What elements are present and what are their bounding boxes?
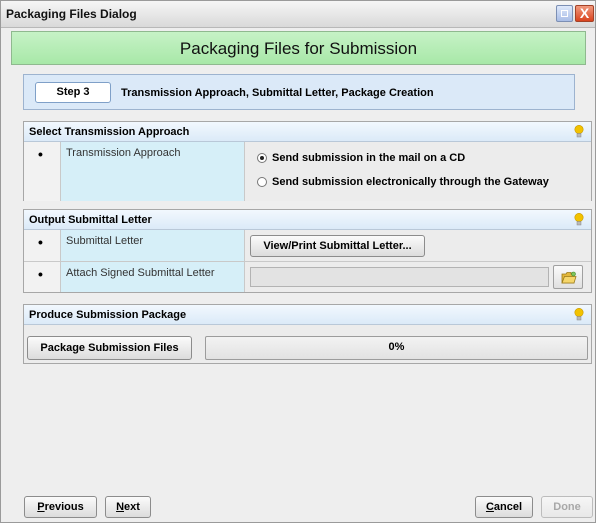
bullet: •: [38, 266, 43, 282]
cancel-mnemonic: C: [485, 501, 494, 513]
page-title: Packaging Files for Submission: [179, 39, 418, 58]
submittal-letter-label: Submittal Letter: [66, 235, 144, 247]
close-glyph: X: [579, 5, 590, 21]
transmission-section-title: Select Transmission Approach: [29, 126, 190, 138]
next-label: ext: [124, 501, 140, 513]
attach-letter-label: Attach Signed Submittal Letter: [66, 267, 215, 279]
lightbulb-icon: [574, 308, 584, 321]
next-mnemonic: N: [116, 501, 125, 513]
transmission-label-cell: Transmission Approach: [61, 142, 245, 201]
transmission-section: Select Transmission Approach • Transmiss…: [23, 121, 592, 201]
submittal-section-title: Output Submittal Letter: [29, 214, 152, 226]
radio-unselected-icon[interactable]: [257, 177, 267, 187]
package-submission-files-button[interactable]: Package Submission Files: [27, 336, 192, 360]
progress-text: 0%: [388, 341, 405, 353]
transmission-section-header: Select Transmission Approach: [24, 122, 591, 142]
attach-letter-row: • Attach Signed Submittal Letter: [24, 262, 591, 292]
radio-selected-icon[interactable]: [257, 153, 267, 163]
bullet: •: [38, 146, 43, 162]
submittal-letter-row: • Submittal Letter View/Print Submittal …: [24, 230, 591, 262]
row-bullet: •: [24, 262, 61, 292]
bullet: •: [38, 234, 43, 250]
radio-mail-cd-label[interactable]: Send submission in the mail on a CD: [272, 152, 465, 164]
package-progress-bar: 0%: [205, 336, 588, 360]
minimize-icon[interactable]: [556, 5, 573, 22]
step-description: Transmission Approach, Submittal Letter,…: [121, 87, 434, 99]
title-bar[interactable]: Packaging Files Dialog X: [1, 1, 595, 28]
transmission-row: • Transmission Approach Send submission …: [24, 142, 591, 201]
step-bar: Step 3 Transmission Approach, Submittal …: [23, 74, 575, 110]
radio-gateway-label[interactable]: Send submission electronically through t…: [272, 176, 549, 188]
step-label: Step 3: [35, 82, 111, 103]
attach-letter-value-cell: [245, 262, 591, 292]
submittal-section: Output Submittal Letter • Submittal Lett…: [23, 209, 592, 293]
cancel-label: ancel: [493, 501, 523, 513]
submittal-section-header: Output Submittal Letter: [24, 210, 591, 230]
attach-letter-path-field[interactable]: [250, 267, 549, 287]
lightbulb-icon: [574, 125, 584, 138]
previous-button[interactable]: Previous: [24, 496, 97, 518]
radio-gateway[interactable]: Send submission electronically through t…: [257, 176, 549, 188]
submittal-letter-value-cell: View/Print Submittal Letter...: [245, 230, 591, 261]
cancel-button[interactable]: Cancel: [475, 496, 533, 518]
previous-mnemonic: P: [37, 501, 45, 513]
view-print-submittal-letter-button[interactable]: View/Print Submittal Letter...: [250, 235, 425, 257]
submittal-letter-label-cell: Submittal Letter: [61, 230, 245, 261]
close-icon[interactable]: X: [575, 5, 594, 22]
packaging-files-dialog: Packaging Files Dialog X Packaging Files…: [0, 0, 596, 523]
row-bullet: •: [24, 230, 61, 261]
radio-mail-cd[interactable]: Send submission in the mail on a CD: [257, 152, 465, 164]
package-section-title: Produce Submission Package: [29, 309, 187, 321]
done-button[interactable]: Done: [541, 496, 593, 518]
transmission-options: Send submission in the mail on a CD Send…: [245, 142, 591, 201]
transmission-label: Transmission Approach: [66, 147, 181, 159]
window-title: Packaging Files Dialog: [6, 7, 137, 21]
row-bullet: •: [24, 142, 61, 201]
previous-label: revious: [44, 501, 84, 513]
next-button[interactable]: Next: [105, 496, 151, 518]
lightbulb-icon: [574, 213, 584, 226]
folder-icon: [561, 271, 577, 284]
package-section-header: Produce Submission Package: [24, 305, 591, 325]
attach-letter-label-cell: Attach Signed Submittal Letter: [61, 262, 245, 292]
dialog-header: Packaging Files for Submission: [11, 31, 586, 65]
browse-button[interactable]: [553, 265, 583, 289]
package-section: Produce Submission Package Package Submi…: [23, 304, 592, 364]
